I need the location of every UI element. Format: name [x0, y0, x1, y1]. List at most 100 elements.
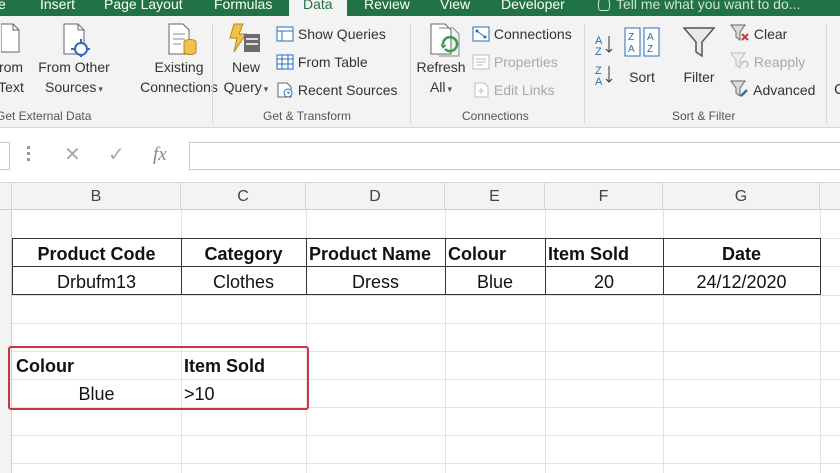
enter-formula-icon[interactable]: ✓: [108, 142, 125, 168]
group-label-connections: Connections: [462, 109, 529, 123]
clear-filter-button[interactable]: Clear: [730, 24, 787, 44]
cancel-formula-icon[interactable]: ✕: [64, 142, 81, 168]
column-header-g[interactable]: G: [663, 183, 820, 210]
svg-text:A: A: [647, 32, 654, 43]
connections-button[interactable]: Connections: [472, 24, 572, 44]
ribbon-tab-bar: e Insert Page Layout Formulas Data Revie…: [0, 0, 840, 16]
recent-sources-icon: [277, 82, 293, 98]
clear-filter-icon: [730, 24, 749, 41]
column-header-f[interactable]: F: [545, 183, 663, 210]
filter-button[interactable]: Filter: [676, 26, 722, 87]
cell-category[interactable]: Clothes: [181, 268, 306, 296]
criteria-header-colour[interactable]: Colour: [16, 352, 74, 380]
text-file-icon: [0, 23, 20, 53]
from-text-button[interactable]: rom Text: [0, 22, 28, 97]
criteria-header-item-sold[interactable]: Item Sold: [184, 352, 265, 380]
lightbulb-icon: [598, 0, 610, 11]
tab-developer[interactable]: Developer: [501, 0, 565, 16]
refresh-all-button[interactable]: Refresh All ▾: [412, 22, 470, 99]
properties-button[interactable]: Properties: [472, 52, 558, 72]
next-group-clipped: C: [834, 81, 840, 98]
cell-date[interactable]: 24/12/2020: [663, 268, 820, 296]
refresh-icon: [430, 23, 460, 57]
column-header-b[interactable]: B: [12, 183, 181, 210]
cell-product-name[interactable]: Dress: [306, 268, 445, 296]
tab-page-layout[interactable]: Page Layout: [104, 0, 183, 16]
header-colour[interactable]: Colour: [448, 240, 506, 268]
tab-view[interactable]: View: [440, 0, 470, 16]
advanced-filter-icon: [730, 80, 748, 97]
formula-bar: ✕ ✓ fx: [0, 128, 840, 183]
recent-sources-button[interactable]: Recent Sources: [276, 80, 398, 100]
from-table-button[interactable]: From Table: [276, 52, 368, 72]
cell-product-code[interactable]: Drbufm13: [12, 268, 181, 296]
svg-text:Z: Z: [628, 32, 634, 43]
group-label-get-transform: Get & Transform: [263, 109, 352, 123]
tab-data[interactable]: Data: [289, 0, 347, 16]
excel-window: e Insert Page Layout Formulas Data Revie…: [0, 0, 840, 473]
ribbon-separator: [826, 24, 827, 124]
tab-insert[interactable]: Insert: [40, 0, 75, 16]
ribbon-separator: [410, 24, 411, 124]
reapply-icon: [730, 52, 749, 69]
svg-text:Z: Z: [595, 46, 602, 58]
header-product-code[interactable]: Product Code: [12, 240, 181, 268]
sort-ascending-descending-icon: AZZA: [595, 35, 613, 88]
column-header-c[interactable]: C: [181, 183, 306, 210]
chevron-down-icon: ▾: [98, 84, 103, 94]
header-category[interactable]: Category: [181, 240, 306, 268]
formula-bar-grip-icon[interactable]: [27, 146, 31, 164]
ribbon-data-tab: rom Text From Other Sources ▾ Existing Co…: [0, 16, 840, 128]
column-header-e[interactable]: E: [445, 183, 545, 210]
show-queries-button[interactable]: Show Queries: [276, 24, 386, 44]
cell-colour[interactable]: Blue: [445, 268, 545, 296]
ribbon-separator: [212, 24, 213, 124]
column-header-a-clipped[interactable]: [0, 183, 12, 210]
criteria-value-colour[interactable]: Blue: [12, 380, 181, 408]
new-query-icon: [229, 23, 260, 53]
cell-item-sold[interactable]: 20: [545, 268, 663, 296]
grid-line: [12, 323, 840, 324]
advanced-filter-button[interactable]: Advanced: [730, 80, 815, 100]
row-headers-clipped: [0, 210, 12, 473]
existing-connections-icon: [168, 23, 197, 55]
name-box[interactable]: [0, 142, 10, 170]
insert-function-icon[interactable]: fx: [153, 142, 167, 168]
show-queries-icon: [276, 26, 294, 42]
formula-input[interactable]: [189, 142, 840, 170]
ribbon-separator: [584, 24, 585, 124]
properties-icon: [472, 54, 490, 70]
from-other-sources-button[interactable]: From Other Sources ▾: [32, 22, 116, 99]
new-query-button[interactable]: New Query ▾: [218, 22, 274, 99]
table-icon: [276, 54, 294, 70]
sort-icon: ZAAZ: [624, 27, 660, 57]
chevron-down-icon: ▾: [447, 84, 453, 94]
tab-formulas[interactable]: Formulas: [214, 0, 272, 16]
edit-links-icon: [474, 82, 489, 98]
chevron-down-icon: ▾: [263, 84, 269, 94]
sort-az-za-buttons[interactable]: AZZA: [595, 30, 615, 90]
other-sources-icon: [63, 23, 90, 57]
tab-review[interactable]: Review: [364, 0, 410, 16]
tab-file[interactable]: e: [0, 0, 6, 16]
header-product-name[interactable]: Product Name: [309, 240, 431, 268]
connections-icon: [472, 26, 490, 42]
existing-connections-button[interactable]: Existing Connections: [136, 22, 222, 97]
edit-links-button[interactable]: Edit Links: [472, 80, 555, 100]
svg-text:A: A: [628, 44, 635, 55]
tell-me-search[interactable]: Tell me what you want to do...: [598, 0, 800, 16]
column-headers: B C D E F G: [0, 183, 840, 210]
svg-text:A: A: [595, 76, 603, 88]
filter-funnel-icon: [682, 27, 716, 58]
reapply-button[interactable]: Reapply: [730, 52, 805, 72]
group-label-get-external-data: Get External Data: [0, 109, 92, 123]
header-item-sold[interactable]: Item Sold: [548, 240, 629, 268]
group-label-sort-filter: Sort & Filter: [672, 109, 736, 123]
column-header-d[interactable]: D: [306, 183, 445, 210]
svg-text:Z: Z: [647, 44, 653, 55]
grid-line: [12, 463, 840, 464]
sort-button[interactable]: ZAAZ Sort: [618, 26, 666, 87]
grid-line: [12, 435, 840, 436]
criteria-value-item-sold[interactable]: >10: [184, 380, 215, 408]
header-date[interactable]: Date: [663, 240, 820, 268]
